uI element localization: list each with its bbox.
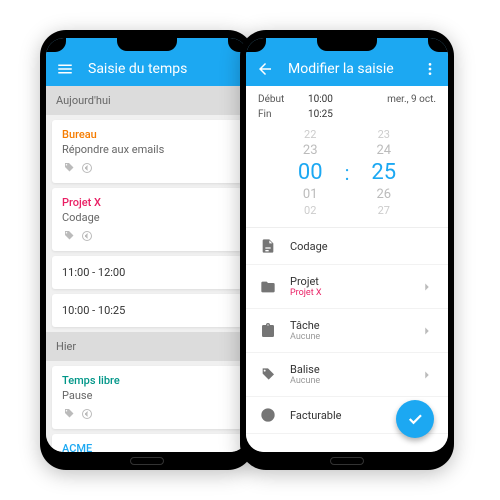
time-summary: Début 10:00 mer., 9 oct. Fin 10:25 — [246, 86, 448, 122]
clipboard-icon — [260, 323, 276, 339]
wheel-item: 27 — [378, 204, 390, 217]
section-today: Aujourd'hui — [46, 86, 248, 115]
project-label: Temps libre — [62, 374, 232, 387]
chevron-right-icon — [420, 324, 434, 338]
entry-card[interactable]: Projet X Codage — [52, 188, 242, 251]
wheel-item: 24 — [376, 143, 391, 158]
home-button — [330, 457, 364, 465]
card-icons — [62, 229, 232, 243]
tag-icon — [62, 407, 76, 421]
time-label: 11:00 - 12:00 — [62, 264, 232, 281]
end-row[interactable]: Fin 10:25 — [246, 107, 448, 122]
start-row[interactable]: Début 10:00 mer., 9 oct. — [246, 92, 448, 107]
appbar-title-right: Modifier la saisie — [288, 61, 408, 77]
euro-icon — [80, 407, 94, 421]
project-label: Projet X — [62, 196, 232, 209]
notch — [117, 38, 177, 51]
time-chip[interactable]: 11:00 - 12:00 — [52, 256, 242, 289]
colon: : — [345, 161, 350, 185]
time-chip[interactable]: 10:00 - 10:25 — [52, 294, 242, 327]
check-icon — [406, 410, 424, 428]
row-project[interactable]: Projet Projet X — [246, 265, 448, 309]
row-title: Balise — [290, 363, 406, 376]
start-label: Début — [258, 94, 308, 105]
home-button — [130, 457, 164, 465]
appbar-title-left: Saisie du temps — [88, 61, 238, 77]
note-icon — [260, 238, 276, 254]
project-label: ACME — [62, 442, 232, 452]
back-icon[interactable] — [256, 60, 274, 78]
start-value: 10:00 — [308, 94, 387, 105]
row-subtitle: Aucune — [290, 332, 406, 342]
wheel-item: 23 — [378, 128, 390, 141]
start-date: mer., 9 oct. — [387, 94, 436, 105]
wheel-item: 26 — [376, 187, 391, 202]
wheel-selected-hour: 00 — [298, 160, 323, 185]
euro-icon — [80, 229, 94, 243]
tag-icon — [62, 229, 76, 243]
project-label: Bureau — [62, 128, 232, 141]
confirm-fab[interactable] — [396, 400, 434, 438]
screen-left: Saisie du temps Aujourd'hui Bureau Répon… — [46, 38, 248, 452]
card-icons — [62, 407, 232, 421]
wheel-item: 22 — [304, 128, 316, 141]
euro-icon — [80, 161, 94, 175]
hour-wheel[interactable]: 22 23 00 01 02 — [298, 128, 323, 217]
wheel-item: 02 — [304, 204, 316, 217]
time-label: 10:00 - 10:25 — [62, 302, 232, 319]
task-label: Codage — [62, 211, 232, 224]
row-title: Tâche — [290, 319, 406, 332]
phone-left: Saisie du temps Aujourd'hui Bureau Répon… — [40, 30, 254, 470]
chevron-right-icon — [420, 280, 434, 294]
wheel-item: 01 — [303, 187, 318, 202]
time-picker[interactable]: 22 23 00 01 02 : 23 24 25 26 27 — [246, 122, 448, 228]
row-title: Codage — [290, 240, 434, 253]
row-subtitle: Aucune — [290, 376, 406, 386]
more-icon[interactable] — [422, 61, 438, 77]
tag-icon — [260, 367, 276, 383]
phone-right: Modifier la saisie Début 10:00 mer., 9 o… — [240, 30, 454, 470]
tag-icon — [62, 161, 76, 175]
chevron-right-icon — [420, 368, 434, 382]
task-label: Répondre aux emails — [62, 143, 232, 156]
screen-right: Modifier la saisie Début 10:00 mer., 9 o… — [246, 38, 448, 452]
folder-icon — [260, 279, 276, 295]
end-value: 10:25 — [308, 109, 436, 120]
entry-card[interactable]: ACME Codage — [52, 434, 242, 452]
wheel-item: 23 — [303, 143, 318, 158]
content-right: Début 10:00 mer., 9 oct. Fin 10:25 22 23… — [246, 86, 448, 452]
row-subtitle: Projet X — [290, 288, 406, 298]
section-yesterday: Hier — [46, 332, 248, 361]
menu-icon[interactable] — [56, 60, 74, 78]
row-title: Projet — [290, 275, 406, 288]
row-tag[interactable]: Balise Aucune — [246, 353, 448, 397]
entry-card[interactable]: Bureau Répondre aux emails — [52, 120, 242, 183]
wheel-selected-minute: 25 — [371, 160, 396, 185]
content-left: Aujourd'hui Bureau Répondre aux emails P… — [46, 86, 248, 452]
end-label: Fin — [258, 109, 308, 120]
row-task[interactable]: Tâche Aucune — [246, 309, 448, 353]
task-label: Pause — [62, 389, 232, 402]
entry-card[interactable]: Temps libre Pause — [52, 366, 242, 429]
row-description[interactable]: Codage — [246, 228, 448, 265]
minute-wheel[interactable]: 23 24 25 26 27 — [371, 128, 396, 217]
dollar-icon — [260, 407, 276, 423]
notch — [317, 38, 377, 51]
card-icons — [62, 161, 232, 175]
